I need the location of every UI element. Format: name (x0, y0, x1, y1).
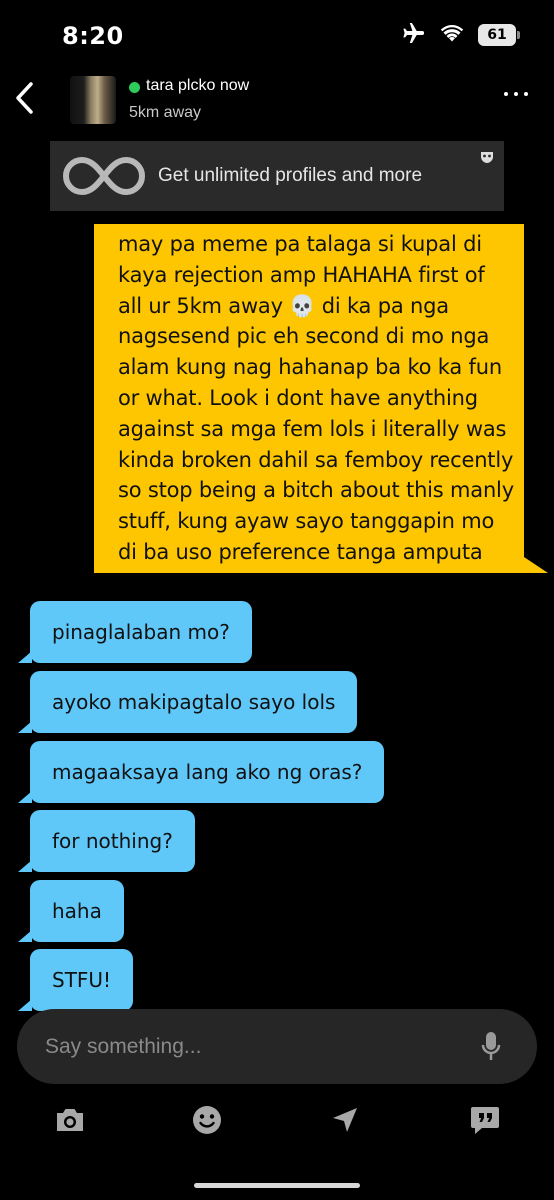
message-text: pinaglalaban mo? (52, 620, 230, 644)
online-status-dot (129, 82, 140, 93)
saved-phrases-button[interactable] (465, 1100, 505, 1140)
incoming-message[interactable]: haha (18, 880, 124, 942)
mask-icon (480, 149, 494, 163)
status-time: 8:20 (62, 22, 124, 50)
message-text: may pa meme pa talaga si kupal di kaya r… (118, 232, 514, 564)
message-text: haha (52, 899, 102, 923)
camera-icon (57, 1109, 83, 1131)
banner-text: Get unlimited profiles and more (158, 165, 423, 186)
bubble-tail (18, 930, 32, 942)
contact-avatar[interactable] (70, 76, 116, 124)
incoming-message[interactable]: STFU! (18, 949, 134, 1011)
airplane-icon (402, 22, 426, 48)
contact-name[interactable]: tara plcko now (146, 77, 249, 95)
incoming-message[interactable]: magaaksaya lang ako ng oras? (18, 741, 385, 803)
send-location-button[interactable] (325, 1100, 365, 1140)
quote-bubble-icon (471, 1107, 499, 1134)
chat-toolbar (0, 1100, 554, 1140)
upsell-banner[interactable]: Get unlimited profiles and more (50, 141, 504, 211)
wifi-icon (440, 23, 464, 47)
status-icons: 61 (402, 22, 520, 48)
message-input[interactable] (45, 1027, 465, 1067)
chevron-left-icon (16, 82, 33, 114)
bubble-tail (524, 556, 548, 573)
message-text: ayoko makipagtalo sayo lols (52, 690, 336, 714)
microphone-icon[interactable] (481, 1031, 501, 1067)
message-composer (17, 1009, 537, 1084)
location-arrow-icon (333, 1108, 357, 1132)
battery-indicator: 61 (478, 24, 520, 46)
dot (514, 92, 518, 96)
contact-distance: 5km away (129, 104, 202, 121)
outgoing-message[interactable]: may pa meme pa talaga si kupal di kaya r… (94, 224, 548, 573)
bubble-tail (18, 721, 32, 733)
message-text: for nothing? (52, 829, 173, 853)
incoming-message[interactable]: for nothing? (18, 810, 195, 872)
dot (504, 92, 508, 96)
message-list[interactable]: may pa meme pa talaga si kupal di kaya r… (0, 224, 554, 1014)
home-indicator (194, 1183, 360, 1188)
dot (524, 92, 528, 96)
message-text: STFU! (52, 968, 112, 992)
emoji-button[interactable] (187, 1100, 227, 1140)
chat-header: tara plcko now 5km away (0, 70, 554, 135)
status-bar: 8:20 61 (0, 0, 554, 70)
message-text: magaaksaya lang ako ng oras? (52, 760, 363, 784)
more-options-button[interactable] (504, 92, 528, 96)
bubble-tail (18, 999, 32, 1011)
smiley-icon (193, 1106, 221, 1134)
incoming-message[interactable]: ayoko makipagtalo sayo lols (18, 671, 358, 733)
back-button[interactable] (8, 76, 40, 120)
infinity-icon (62, 153, 146, 203)
bubble-tail (18, 860, 32, 872)
incoming-message[interactable]: pinaglalaban mo? (18, 601, 252, 663)
bubble-tail (18, 651, 32, 663)
bubble-tail (18, 791, 32, 803)
camera-button[interactable] (50, 1100, 90, 1140)
